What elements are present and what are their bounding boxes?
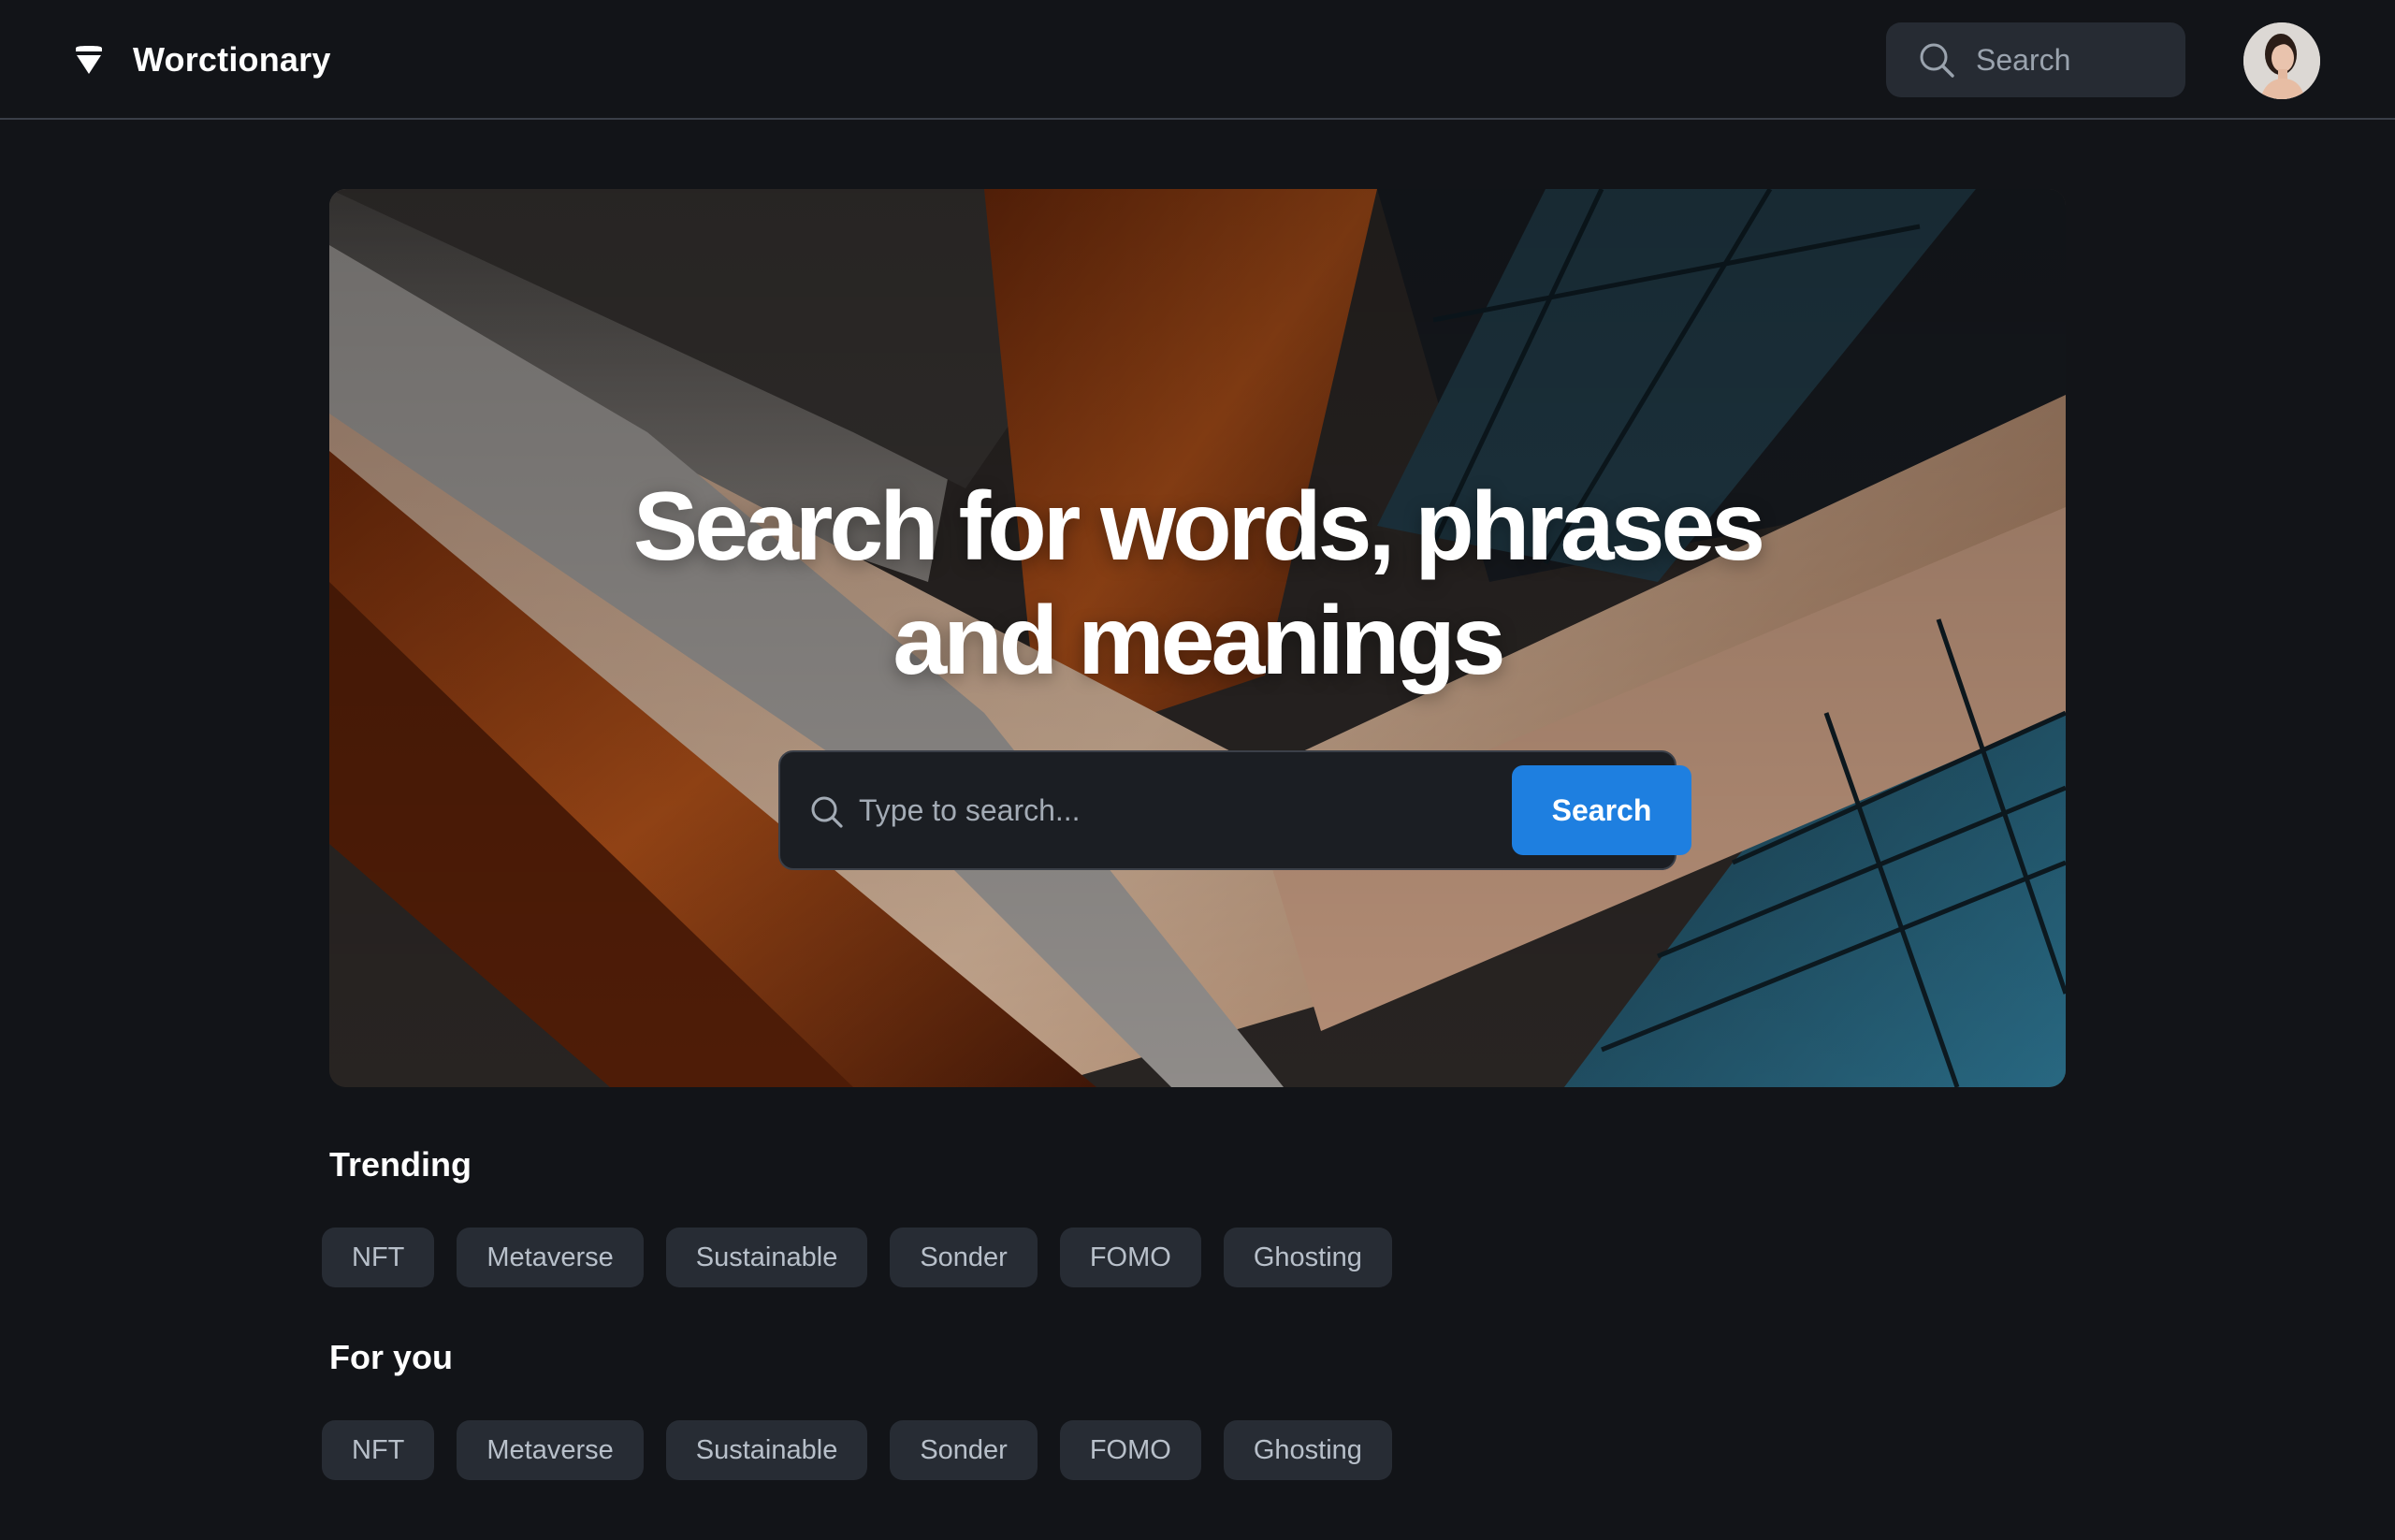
for-you-heading: For you [329,1338,453,1376]
trending-chip[interactable]: Metaverse [457,1228,644,1287]
avatar-icon [2243,22,2320,99]
trending-chip[interactable]: NFT [322,1228,435,1287]
brand-logo-icon [76,46,102,74]
top-nav-bar: Worctionary Search [0,0,2395,120]
for-you-chip[interactable]: Ghosting [1223,1420,1392,1480]
for-you-chip[interactable]: Sustainable [665,1420,868,1480]
trending-chip-list: NFT Metaverse Sustainable Sonder FOMO Gh… [322,1228,1392,1287]
user-avatar[interactable] [2243,22,2320,99]
brand[interactable]: Worctionary [73,0,331,120]
trending-heading: Trending [329,1145,472,1184]
trending-chip[interactable]: FOMO [1059,1228,1201,1287]
for-you-chip[interactable]: Metaverse [457,1420,644,1480]
search-icon [1920,43,1954,78]
header-search-field[interactable]: Search [1886,22,2185,97]
search-icon [811,796,843,828]
trending-chip[interactable]: Ghosting [1223,1228,1392,1287]
hero-banner: Search for words, phrases and meanings S… [329,189,2066,1087]
hero-title: Search for words, phrases and meanings [632,472,1765,695]
hero-search-input[interactable] [857,773,1493,848]
trending-chip[interactable]: Sustainable [665,1228,868,1287]
hero-search-button[interactable]: Search [1512,765,1691,855]
for-you-chip[interactable]: NFT [322,1420,435,1480]
for-you-chip[interactable]: FOMO [1059,1420,1201,1480]
for-you-chip-list: NFT Metaverse Sustainable Sonder FOMO Gh… [322,1420,1392,1480]
brand-name: Worctionary [133,40,331,79]
hero-search-bar: Search [778,750,1691,870]
header-search-placeholder: Search [1976,42,2071,77]
for-you-chip[interactable]: Sonder [890,1420,1038,1480]
trending-chip[interactable]: Sonder [890,1228,1038,1287]
